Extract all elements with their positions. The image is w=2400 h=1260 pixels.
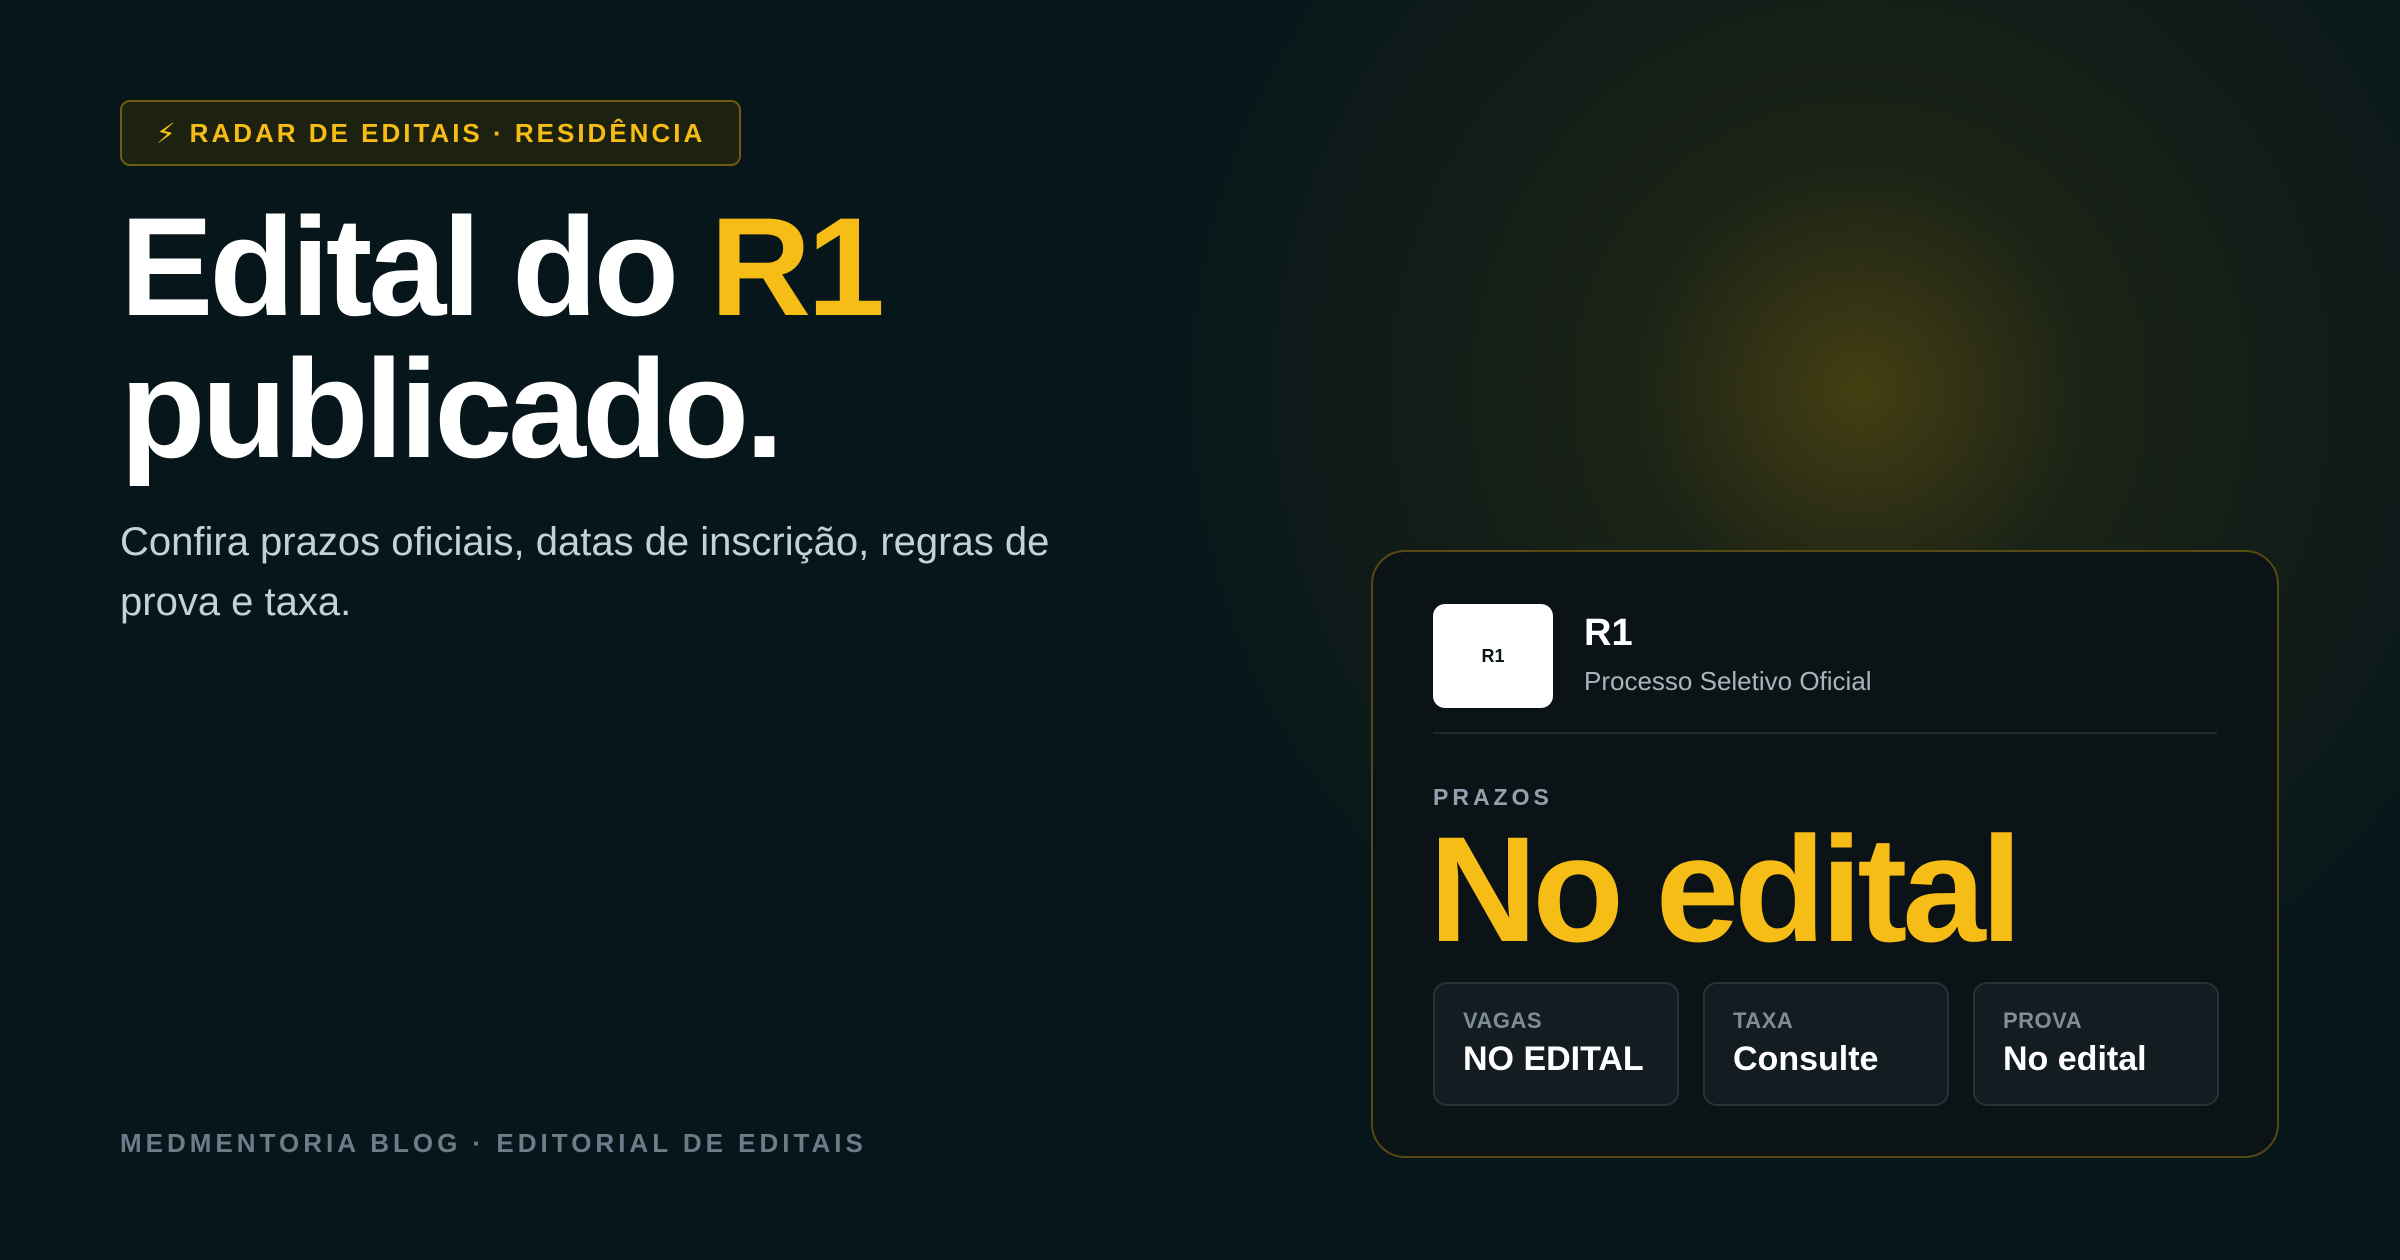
card-header: R1 R1 Processo Seletivo Oficial bbox=[1433, 604, 2217, 734]
headline: Edital do R1 publicado. bbox=[120, 196, 885, 480]
headline-part1: Edital do bbox=[120, 188, 710, 345]
stat-label: PROVA bbox=[2003, 1008, 2083, 1033]
headline-line2: publicado. bbox=[120, 330, 784, 487]
edital-card: R1 R1 Processo Seletivo Oficial PRAZOS N… bbox=[1371, 550, 2279, 1158]
stat-label: TAXA bbox=[1733, 1008, 1794, 1033]
headline-accent: R1 bbox=[710, 188, 885, 345]
social-card-page: ⚡ RADAR DE EDITAIS · RESIDÊNCIA Edital d… bbox=[0, 0, 2400, 1260]
badge-text: RADAR DE EDITAIS · RESIDÊNCIA bbox=[189, 117, 706, 148]
card-title: R1 bbox=[1584, 612, 1633, 654]
stat-prova: PROVA No edital bbox=[1973, 982, 2219, 1106]
card-subtitle: Processo Seletivo Oficial bbox=[1584, 666, 1872, 696]
stat-taxa: TAXA Consulte bbox=[1703, 982, 1949, 1106]
stat-value: Consulte bbox=[1733, 1040, 1879, 1078]
prazos-value: No edital bbox=[1429, 805, 2022, 973]
footer-brand: MEDMENTORIA BLOG · EDITORIAL DE EDITAIS bbox=[120, 1128, 867, 1158]
stat-vagas: VAGAS NO EDITAL bbox=[1433, 982, 1679, 1106]
subtitle: Confira prazos oficiais, datas de inscri… bbox=[120, 520, 1050, 624]
category-badge: ⚡ RADAR DE EDITAIS · RESIDÊNCIA bbox=[120, 100, 742, 166]
stat-value: NO EDITAL bbox=[1463, 1040, 1644, 1078]
stat-value: No edital bbox=[2003, 1040, 2147, 1078]
institution-logo: R1 bbox=[1433, 604, 1553, 708]
logo-text: R1 bbox=[1481, 645, 1505, 666]
stat-label: VAGAS bbox=[1463, 1008, 1543, 1033]
lightning-bolt-icon: ⚡ bbox=[156, 116, 176, 150]
